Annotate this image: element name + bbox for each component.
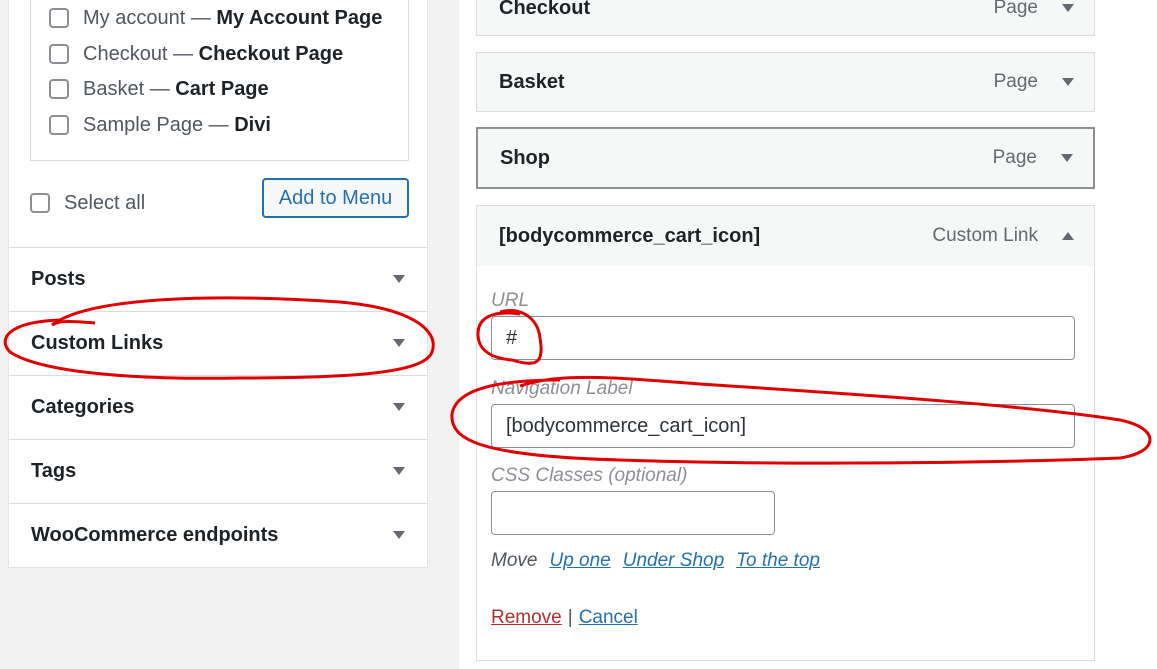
menu-item-type: Page: [992, 147, 1037, 168]
css-classes-label: CSS Classes (optional): [491, 465, 688, 486]
cancel-link[interactable]: Cancel: [579, 607, 638, 629]
select-all-option[interactable]: Select all: [30, 188, 145, 218]
checkbox[interactable]: [49, 79, 69, 99]
menu-item-checkout[interactable]: Checkout Page: [476, 0, 1095, 36]
chevron-down-icon: [393, 531, 405, 539]
add-to-menu-button[interactable]: Add to Menu: [262, 178, 409, 218]
accordion-title: Categories: [31, 396, 135, 418]
move-label: Move: [491, 550, 538, 571]
menu-item-type: Custom Link: [932, 225, 1038, 246]
menu-item-title: Checkout: [499, 0, 591, 19]
menu-item-shop[interactable]: Shop Page: [476, 127, 1095, 189]
css-classes-input[interactable]: [491, 491, 775, 535]
page-template: Cart Page: [175, 77, 269, 100]
chevron-up-icon[interactable]: [1062, 232, 1074, 240]
checkbox[interactable]: [49, 8, 69, 28]
chevron-down-icon: [393, 467, 405, 475]
page-option-my-account[interactable]: My account — My Account Page: [49, 3, 382, 33]
page-template: Checkout Page: [198, 42, 344, 65]
divider: |: [567, 607, 573, 628]
menu-item-type: Page: [993, 0, 1038, 18]
checkbox[interactable]: [49, 44, 69, 64]
select-all-checkbox[interactable]: [30, 193, 50, 213]
page-template: Divi: [234, 113, 271, 136]
navigation-label-input[interactable]: [bodycommerce_cart_icon]: [491, 404, 1075, 448]
menu-item-bodycommerce-cart-icon[interactable]: [bodycommerce_cart_icon] Custom Link: [476, 205, 1095, 267]
accordion-posts[interactable]: Posts: [9, 247, 427, 311]
separator: —: [203, 113, 235, 136]
page-title: Sample Page: [83, 113, 204, 136]
chevron-down-icon: [393, 403, 405, 411]
page-title: My account: [83, 6, 186, 29]
item-actions: Remove | Cancel: [491, 607, 638, 629]
move-up-one-link[interactable]: Up one: [549, 550, 610, 572]
navigation-label-label: Navigation Label: [491, 378, 633, 399]
accordion-title: Tags: [31, 460, 77, 482]
accordion-title: WooCommerce endpoints: [31, 524, 279, 546]
select-all-label: Select all: [64, 191, 146, 214]
separator: —: [185, 6, 217, 29]
accordion-title: Custom Links: [31, 332, 164, 354]
accordion-custom-links[interactable]: Custom Links: [9, 311, 427, 375]
menu-item-title: [bodycommerce_cart_icon]: [499, 224, 761, 247]
page-option-checkout[interactable]: Checkout — Checkout Page: [49, 39, 343, 69]
url-label: URL: [491, 290, 530, 311]
remove-link[interactable]: Remove: [491, 607, 562, 629]
page-title: Basket: [83, 77, 145, 100]
chevron-down-icon: [393, 275, 405, 283]
chevron-down-icon: [393, 339, 405, 347]
page-option-sample-page[interactable]: Sample Page — Divi: [49, 110, 271, 140]
menu-item-type: Page: [993, 71, 1038, 92]
accordion-tags[interactable]: Tags: [9, 439, 427, 503]
menu-item-title: Basket: [499, 70, 565, 93]
menu-items-panel: My account — My Account Page Checkout — …: [8, 0, 428, 568]
chevron-down-icon[interactable]: [1062, 4, 1074, 12]
move-under-shop-link[interactable]: Under Shop: [623, 550, 724, 572]
separator: —: [144, 77, 176, 100]
menu-item-title: Shop: [500, 146, 550, 169]
separator: —: [167, 42, 199, 65]
move-to-top-link[interactable]: To the top: [736, 550, 820, 572]
accordion-title: Posts: [31, 268, 86, 290]
chevron-down-icon[interactable]: [1061, 154, 1073, 162]
page-title: Checkout: [83, 42, 168, 65]
checkbox[interactable]: [49, 115, 69, 135]
url-input[interactable]: #: [491, 316, 1075, 360]
chevron-down-icon[interactable]: [1062, 78, 1074, 86]
move-controls: Move Up one Under Shop To the top: [491, 550, 820, 572]
page-option-basket[interactable]: Basket — Cart Page: [49, 74, 269, 104]
menu-item-basket[interactable]: Basket Page: [476, 52, 1095, 112]
page-template: My Account Page: [216, 6, 383, 29]
accordion-woocommerce-endpoints[interactable]: WooCommerce endpoints: [9, 503, 427, 567]
pages-checklist: My account — My Account Page Checkout — …: [30, 0, 409, 161]
accordion-categories[interactable]: Categories: [9, 375, 427, 439]
